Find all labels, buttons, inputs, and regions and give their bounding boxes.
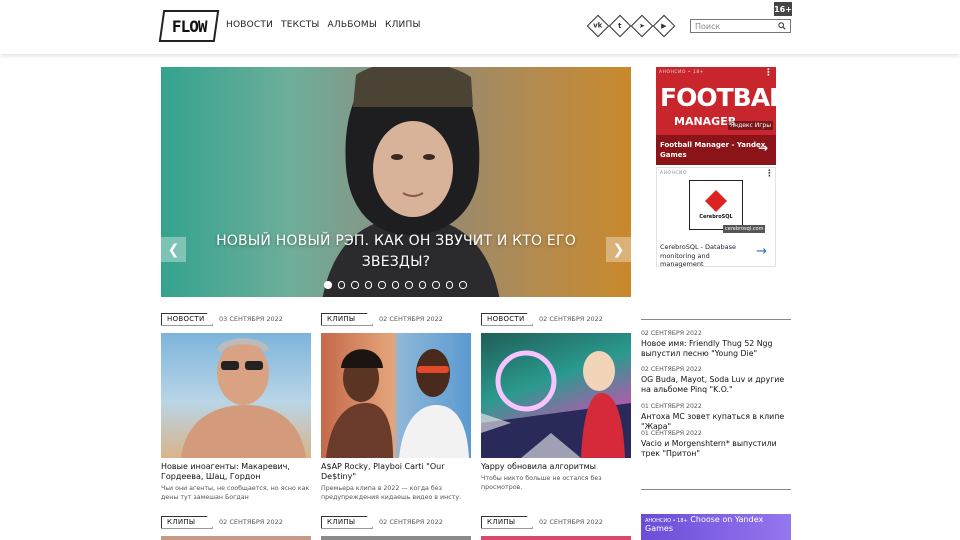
card-title[interactable]: A$AP Rocky, Playboi Carti "Our De$tiny" <box>321 462 471 482</box>
nav-clips[interactable]: КЛИПЫ <box>385 20 421 30</box>
ad-menu-icon[interactable]: ⋮ <box>764 68 773 78</box>
side-news-date: 01 СЕНТЯБРЯ 2022 <box>641 403 702 410</box>
card-thumbnail[interactable] <box>161 536 311 540</box>
side-news-item[interactable]: 02 СЕНТЯБРЯ 2022 OG Buda, Mayot, Soda Lu… <box>641 366 791 394</box>
side-news-title[interactable]: Антоха МС зовет купаться в клипе "Жара" <box>641 412 791 431</box>
card-date: 02 СЕНТЯБРЯ 2022 <box>539 518 603 526</box>
telegram-icon[interactable]: ➤ <box>630 14 654 38</box>
search-icon[interactable] <box>778 22 786 30</box>
card-thumbnail[interactable] <box>321 333 471 458</box>
ad-image: CerebroSQL <box>689 180 743 230</box>
search-placeholder: Поиск <box>695 21 721 31</box>
arrow-right-icon[interactable]: → <box>758 142 768 154</box>
ad-brand: Яндекс Игры <box>728 121 773 130</box>
side-news-date: 01 СЕНТЯБРЯ 2022 <box>641 430 702 437</box>
card-description: Чтобы никто больше не остался без просмо… <box>481 475 602 491</box>
side-news-date: 02 СЕНТЯБРЯ 2022 <box>641 366 702 373</box>
side-news-title[interactable]: Новое имя: Friendly Thug 52 Ngg выпустил… <box>641 339 791 358</box>
category-tag[interactable]: НОВОСТИ <box>481 312 533 326</box>
slider-dot[interactable] <box>337 281 345 289</box>
ad-subheadline: MANAGER <box>674 115 737 128</box>
twitter-icon[interactable]: t <box>608 14 632 38</box>
side-news-title[interactable]: Vacio и Morgenshtern* выпустили трек "Пр… <box>641 439 791 458</box>
news-card[interactable]: КЛИПЫ 02 СЕНТЯБРЯ 2022 <box>481 515 631 540</box>
card-date: 02 СЕНТЯБРЯ 2022 <box>539 315 603 323</box>
slider-dot[interactable] <box>445 281 453 289</box>
category-tag[interactable]: КЛИПЫ <box>321 515 373 529</box>
card-thumbnail[interactable] <box>481 536 631 540</box>
news-card[interactable]: КЛИПЫ 02 СЕНТЯБРЯ 2022 <box>321 515 471 540</box>
divider <box>641 489 791 490</box>
arrow-right-icon[interactable]: → <box>756 244 767 259</box>
cerebrosql-logo-icon <box>705 190 727 212</box>
card-date: 02 СЕНТЯБРЯ 2022 <box>379 518 443 526</box>
ad-caption: Football Manager - Yandex Games → <box>656 135 776 165</box>
slider-prev-button[interactable]: ❮ <box>161 237 186 262</box>
side-news-title[interactable]: OG Buda, Mayot, Soda Luv и другие на аль… <box>641 375 791 394</box>
card-date: 02 СЕНТЯБРЯ 2022 <box>219 518 283 526</box>
ad-domain: cerebrosql.com <box>723 225 766 233</box>
ad-menu-icon[interactable]: ⋮ <box>765 169 774 179</box>
slider-dot[interactable] <box>391 281 399 289</box>
side-news-item[interactable]: 01 СЕНТЯБРЯ 2022 Vacio и Morgenshtern* в… <box>641 430 791 458</box>
news-card[interactable]: КЛИПЫ 02 СЕНТЯБРЯ 2022 A$AP Rocky, Playbo… <box>321 312 471 502</box>
slider-dot[interactable] <box>432 281 440 289</box>
side-news-item[interactable]: 01 СЕНТЯБРЯ 2022 Антоха МС зовет купатьс… <box>641 403 791 431</box>
slider-dot[interactable] <box>405 281 413 289</box>
nav-albums[interactable]: АЛЬБОМЫ <box>328 20 377 30</box>
age-rating-badge: 16+ <box>774 2 792 16</box>
card-thumbnail[interactable] <box>161 333 311 458</box>
card-description: Чьи они агенты, не сообщается, но ясно к… <box>161 485 310 501</box>
nav-texts[interactable]: ТЕКСТЫ <box>281 20 320 30</box>
slider-dot[interactable] <box>351 281 359 289</box>
category-tag[interactable]: НОВОСТИ <box>161 312 213 326</box>
divider <box>641 319 791 320</box>
ad-football-manager[interactable]: АНОНСИО • 18+ ⋮ FOOTBALL MANAGER Яндекс … <box>656 67 776 165</box>
social-links: vk t ➤ ▶ <box>586 14 676 38</box>
two-artists-image <box>326 349 469 458</box>
category-tag[interactable]: КЛИПЫ <box>321 312 373 326</box>
youtube-icon[interactable]: ▶ <box>652 14 676 38</box>
news-card[interactable]: НОВОСТИ 03 СЕНТЯБРЯ 2022 Новые иноагенты:… <box>161 312 311 502</box>
card-thumbnail[interactable] <box>321 536 471 540</box>
hero-title[interactable]: НОВЫЙ НОВЫЙ РЭП. КАК ОН ЗВУЧИТ И КТО ЕГО… <box>201 231 591 273</box>
slider-dots <box>324 281 467 289</box>
ad-cerebrosql[interactable]: АНОНСИО ⋮ CerebroSQL cerebrosql.com Cere… <box>656 167 776 268</box>
yappy-neon-image <box>481 350 631 458</box>
site-logo[interactable]: FLOW <box>158 10 220 42</box>
slider-dot[interactable] <box>324 281 332 289</box>
man-sunglasses-image <box>181 338 306 458</box>
nav-news[interactable]: НОВОСТИ <box>226 20 273 30</box>
category-tag[interactable]: КЛИПЫ <box>161 515 213 529</box>
card-date: 03 СЕНТЯБРЯ 2022 <box>219 315 283 323</box>
slider-dot[interactable] <box>364 281 372 289</box>
ad-caption: CerebroSQL - Database monitoring and man… <box>660 243 737 268</box>
ad-label: АНОНСИО • 18+ <box>659 70 704 75</box>
vk-icon[interactable]: vk <box>586 14 610 38</box>
category-tag[interactable]: КЛИПЫ <box>481 515 533 529</box>
slider-dot[interactable] <box>459 281 467 289</box>
site-header: FLOW НОВОСТИ ТЕКСТЫ АЛЬБОМЫ КЛИПЫ vk t ➤… <box>0 0 960 54</box>
slider-next-button[interactable]: ❯ <box>606 237 631 262</box>
slider-dot[interactable] <box>378 281 386 289</box>
search-input[interactable]: Поиск <box>690 19 791 33</box>
hero-slider[interactable]: ❮ ❯ НОВЫЙ НОВЫЙ РЭП. КАК ОН ЗВУЧИТ И КТО… <box>161 67 631 297</box>
card-title[interactable]: Yappy обновила алгоритмы <box>481 462 631 472</box>
ad-headline: FOOTBALL <box>660 83 776 112</box>
news-card[interactable]: КЛИПЫ 02 СЕНТЯБРЯ 2022 <box>161 515 311 540</box>
slider-dot[interactable] <box>418 281 426 289</box>
side-news-date: 02 СЕНТЯБРЯ 2022 <box>641 330 702 337</box>
main-nav: НОВОСТИ ТЕКСТЫ АЛЬБОМЫ КЛИПЫ <box>226 20 421 30</box>
chevron-left-icon: ❮ <box>167 241 180 258</box>
card-title[interactable]: Новые иноагенты: Макаревич, Гордеева, Ша… <box>161 462 311 482</box>
card-date: 02 СЕНТЯБРЯ 2022 <box>379 315 443 323</box>
card-thumbnail[interactable] <box>481 333 631 458</box>
side-news-item[interactable]: 02 СЕНТЯБРЯ 2022 Новое имя: Friendly Thu… <box>641 330 791 358</box>
ad-label: АНОНСИО <box>660 171 687 176</box>
ad-yandex-games[interactable]: АНОНСИО • 18+ Choose on Yandex Games <box>641 514 791 540</box>
news-card[interactable]: НОВОСТИ 02 СЕНТЯБРЯ 2022 Yappy обновила а… <box>481 312 631 492</box>
card-description: Премьера клипа в 2022 — когда без предуп… <box>321 485 462 501</box>
chevron-right-icon: ❯ <box>612 241 625 258</box>
